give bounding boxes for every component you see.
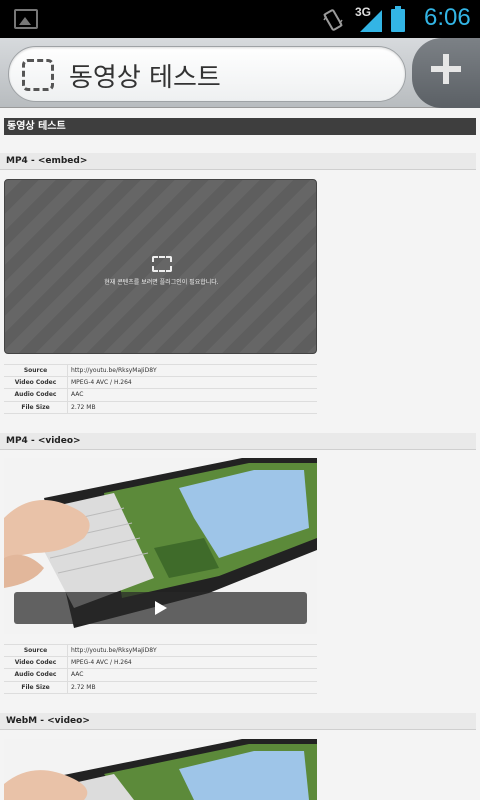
table-row: Audio Codec AAC bbox=[4, 669, 317, 682]
missing-plugin-icon bbox=[152, 256, 172, 272]
play-icon[interactable] bbox=[155, 601, 167, 615]
clock: 6:06 bbox=[424, 4, 471, 31]
favicon-placeholder-icon bbox=[22, 59, 54, 91]
table-row: File Size 2.72 MB bbox=[4, 681, 317, 694]
status-bar: 3G 6:06 bbox=[0, 0, 480, 38]
section-title-mp4-video: MP4 - <video> bbox=[0, 433, 476, 450]
vibrate-icon bbox=[323, 9, 343, 31]
page-header: 동영상 테스트 bbox=[4, 118, 476, 135]
plugin-message: 현재 콘텐츠를 보려면 플러그인이 필요합니다. bbox=[104, 279, 219, 286]
video-player-mp4[interactable] bbox=[4, 458, 317, 634]
gallery-notification-icon bbox=[14, 9, 38, 29]
meta-table-mp4-video: Source http://youtu.be/RksyMaJiD8Y Video … bbox=[4, 644, 317, 694]
table-row: File Size 2.72 MB bbox=[4, 401, 317, 414]
url-bar[interactable]: 동영상 테스트 bbox=[8, 46, 406, 102]
section-title-mp4-embed: MP4 - <embed> bbox=[0, 153, 476, 170]
table-row: Source http://youtu.be/RksyMaJiD8Y bbox=[4, 364, 317, 377]
table-row: Video Codec MPEG-4 AVC / H.264 bbox=[4, 376, 317, 389]
table-row: Video Codec MPEG-4 AVC / H.264 bbox=[4, 656, 317, 669]
web-page[interactable]: 동영상 테스트 MP4 - <embed> 현재 콘텐츠를 보려면 플러그인이 … bbox=[0, 109, 480, 800]
plus-icon bbox=[431, 54, 461, 84]
battery-icon bbox=[391, 6, 405, 32]
video-player-webm[interactable] bbox=[4, 739, 317, 800]
signal-icon bbox=[360, 10, 382, 32]
table-row: Audio Codec AAC bbox=[4, 389, 317, 402]
embed-plugin-box[interactable]: 현재 콘텐츠를 보려면 플러그인이 필요합니다. bbox=[4, 179, 317, 354]
page-title: 동영상 테스트 bbox=[69, 63, 221, 93]
new-tab-button[interactable] bbox=[412, 38, 480, 108]
video-poster-image bbox=[4, 739, 317, 800]
section-title-webm-video: WebM - <video> bbox=[0, 713, 476, 730]
meta-table-mp4-embed: Source http://youtu.be/RksyMaJiD8Y Video … bbox=[4, 364, 317, 414]
table-row: Source http://youtu.be/RksyMaJiD8Y bbox=[4, 644, 317, 657]
video-controls-bar[interactable] bbox=[14, 592, 307, 624]
browser-title-bar: 동영상 테스트 bbox=[0, 38, 480, 108]
